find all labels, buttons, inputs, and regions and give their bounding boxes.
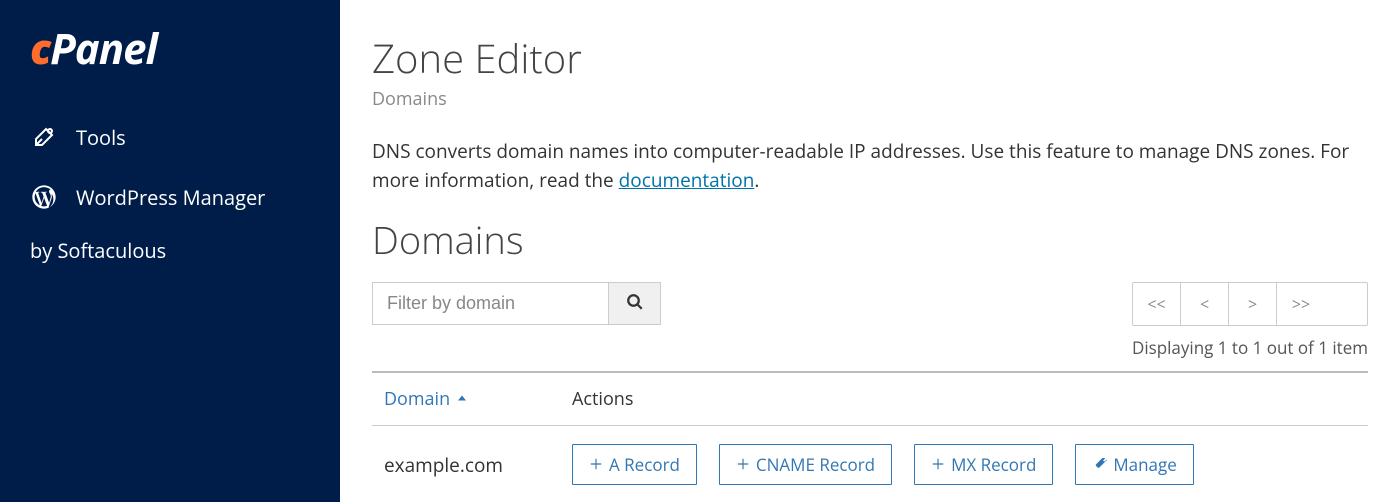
actions-cell: A Record CNAME Record MX Record bbox=[572, 444, 1368, 485]
sort-asc-icon bbox=[456, 387, 468, 411]
documentation-link[interactable]: documentation bbox=[619, 167, 755, 193]
sidebar-by-line: by Softaculous bbox=[0, 227, 340, 274]
add-a-record-button[interactable]: A Record bbox=[572, 444, 697, 485]
column-header-domain[interactable]: Domain bbox=[372, 387, 572, 411]
plus-icon bbox=[931, 453, 945, 476]
wrench-icon bbox=[1092, 453, 1107, 476]
button-label: Manage bbox=[1113, 453, 1176, 476]
pagination-first[interactable]: << bbox=[1133, 283, 1181, 325]
main-content: Zone Editor Domains DNS converts domain … bbox=[340, 0, 1400, 502]
add-mx-record-button[interactable]: MX Record bbox=[914, 444, 1053, 485]
tools-icon bbox=[30, 123, 58, 151]
wordpress-icon bbox=[30, 183, 58, 211]
sidebar-item-wordpress[interactable]: WordPress Manager bbox=[0, 167, 340, 227]
domains-toolbar: << < > >> Displaying 1 to 1 out of 1 ite… bbox=[372, 282, 1368, 359]
domains-table: Domain Actions example.com A Record bbox=[372, 371, 1368, 502]
display-info: Displaying 1 to 1 out of 1 item bbox=[1132, 336, 1368, 359]
plus-icon bbox=[736, 453, 750, 476]
sidebar-item-label: Tools bbox=[76, 124, 126, 151]
search-icon bbox=[626, 293, 644, 314]
page-title: Zone Editor bbox=[372, 30, 1368, 85]
add-cname-record-button[interactable]: CNAME Record bbox=[719, 444, 892, 485]
table-header: Domain Actions bbox=[372, 371, 1368, 426]
button-label: A Record bbox=[609, 453, 680, 476]
filter-domain-input[interactable] bbox=[373, 283, 608, 324]
sidebar: cPanel Tools WordPress Manager by Softac… bbox=[0, 0, 340, 502]
pagination: << < > >> bbox=[1132, 282, 1368, 326]
description-after: . bbox=[754, 167, 759, 193]
pagination-next[interactable]: > bbox=[1229, 283, 1277, 325]
description-text: DNS converts domain names into computer-… bbox=[372, 138, 1349, 193]
domain-cell: example.com bbox=[372, 452, 572, 478]
pagination-prev[interactable]: < bbox=[1181, 283, 1229, 325]
button-label: CNAME Record bbox=[756, 453, 875, 476]
column-domain-label: Domain bbox=[384, 387, 450, 411]
search-button[interactable] bbox=[608, 283, 660, 324]
table-row: example.com A Record CNAME Record bbox=[372, 426, 1368, 502]
logo-c-icon: c bbox=[30, 20, 50, 77]
logo[interactable]: cPanel bbox=[0, 20, 340, 97]
breadcrumb: Domains bbox=[372, 87, 1368, 111]
manage-button[interactable]: Manage bbox=[1075, 444, 1193, 485]
button-label: MX Record bbox=[951, 453, 1036, 476]
sidebar-item-label: WordPress Manager bbox=[76, 184, 265, 211]
page-description: DNS converts domain names into computer-… bbox=[372, 137, 1368, 194]
column-header-actions: Actions bbox=[572, 387, 1368, 411]
plus-icon bbox=[589, 453, 603, 476]
domains-heading: Domains bbox=[372, 214, 1368, 266]
search-group bbox=[372, 282, 661, 325]
logo-brand-text: Panel bbox=[50, 20, 157, 77]
pagination-last[interactable]: >> bbox=[1277, 283, 1325, 325]
sidebar-item-tools[interactable]: Tools bbox=[0, 107, 340, 167]
